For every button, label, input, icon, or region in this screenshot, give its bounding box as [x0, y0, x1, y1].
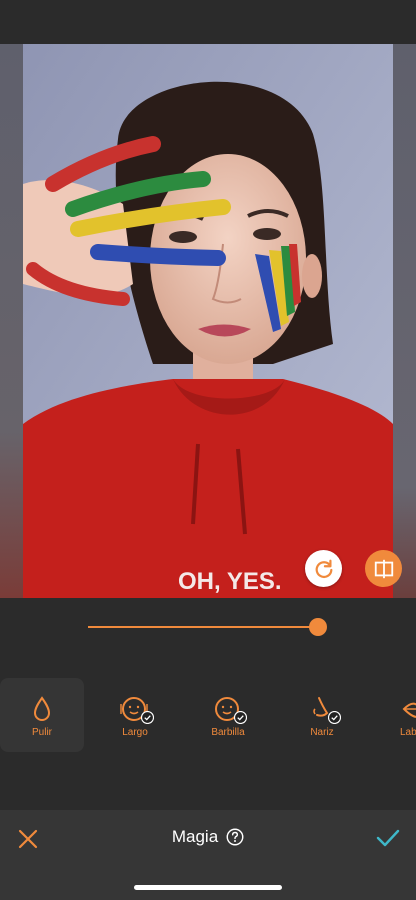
shirt-print: OH, YES.: [178, 568, 282, 595]
tool-largo[interactable]: Largo: [93, 678, 177, 752]
check-icon: [141, 711, 154, 724]
canvas-margin-right: [393, 44, 416, 598]
intensity-slider-track[interactable]: [88, 626, 319, 628]
reset-button[interactable]: [305, 550, 342, 587]
lips-icon: [400, 695, 416, 723]
compare-button[interactable]: [365, 550, 402, 587]
home-indicator: [134, 885, 282, 890]
tool-pulir[interactable]: Pulir: [0, 678, 84, 752]
drop-icon: [25, 695, 59, 723]
tool-barbilla[interactable]: Barbilla: [186, 678, 270, 752]
check-icon: [234, 711, 247, 724]
compare-icon: [374, 559, 393, 578]
photo-canvas[interactable]: OH, YES.: [0, 44, 416, 598]
face-chin-icon: [211, 695, 247, 724]
tool-labios[interactable]: Labios: [374, 678, 416, 752]
tool-label: Pulir: [31, 727, 52, 738]
tool-label: Barbilla: [211, 727, 245, 738]
nose-icon: [305, 695, 341, 724]
check-icon: [328, 711, 341, 724]
tool-label: Largo: [122, 727, 148, 738]
rotate-icon: [315, 559, 332, 578]
portrait-photo[interactable]: OH, YES.: [23, 44, 393, 598]
screen-title: Magia: [171, 827, 219, 846]
face-length-icon: [118, 695, 154, 724]
check-icon[interactable]: [376, 828, 400, 848]
footer-title-wrap: Magia: [0, 827, 416, 847]
tool-nariz[interactable]: Nariz: [280, 678, 364, 752]
top-bar: [0, 0, 416, 44]
canvas-margin-left: [0, 44, 23, 598]
tool-label: Labios: [400, 727, 416, 738]
question-circle-icon[interactable]: [226, 828, 244, 846]
tool-label: Nariz: [310, 727, 334, 738]
